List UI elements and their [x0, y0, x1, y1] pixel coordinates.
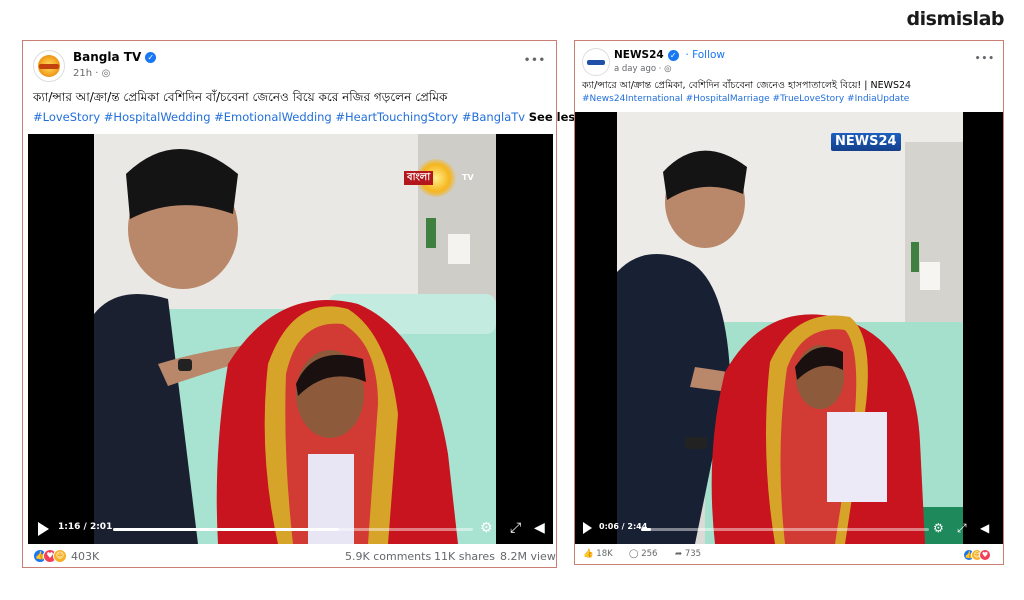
video-frame [575, 112, 1003, 544]
comments-count[interactable]: 5.9K comments [345, 550, 431, 563]
video-player[interactable]: বাংলা TV 1:16 / 2:01 ⚙ ⤢ ◀ [28, 134, 553, 544]
page-name-text[interactable]: Bangla TV [73, 50, 141, 64]
bangla-tv-avatar[interactable] [33, 50, 65, 82]
volume-icon[interactable]: ◀ [534, 520, 545, 536]
more-options-icon[interactable]: ••• [524, 55, 546, 66]
post-time-text[interactable]: 21h [73, 68, 92, 79]
video-progress-fill [641, 528, 652, 531]
shares-count[interactable]: 735 [685, 549, 701, 559]
comments-count[interactable]: 256 [641, 549, 657, 559]
fullscreen-icon[interactable]: ⤢ [510, 520, 521, 536]
share-icon: ➦ [675, 549, 683, 559]
shares-count[interactable]: 11K shares [434, 550, 495, 563]
video-controls: 1:16 / 2:01 ⚙ ⤢ ◀ [28, 514, 553, 544]
globe-icon: ◎ [664, 64, 672, 74]
page-name[interactable]: Bangla TV ✓ [73, 50, 157, 64]
post-time[interactable]: 21h · ◎ [73, 68, 110, 79]
post-hashtags[interactable]: #News24International #HospitalMarriage #… [582, 94, 909, 104]
post-time-text[interactable]: a day ago [614, 64, 656, 74]
verified-badge-icon: ✓ [667, 49, 679, 61]
post-footer: 👍 ♥ ☺ 403K 5.9K comments 11K shares 8.2M… [23, 547, 556, 567]
post-time[interactable]: a day ago · ◎ [614, 64, 672, 74]
play-icon[interactable] [38, 522, 49, 536]
video-timestamp: 1:16 / 2:01 [58, 522, 113, 532]
channel-logo-tag: TV [462, 173, 474, 182]
love-reaction-icon: ♥ [979, 549, 991, 561]
follow-label[interactable]: Follow [692, 49, 725, 61]
facebook-post-bangla-tv: Bangla TV ✓ 21h · ◎ ••• ক্যা/ন্সার আ/ক্রা… [22, 40, 582, 568]
like-stat[interactable]: 👍 18K [583, 549, 613, 559]
settings-gear-icon[interactable]: ⚙ [933, 520, 944, 536]
video-progress-bar[interactable] [113, 528, 473, 531]
reactions-count[interactable]: 403K [71, 550, 99, 563]
volume-icon[interactable]: ◀ [980, 520, 989, 536]
globe-icon: ◎ [101, 68, 111, 79]
verified-badge-icon: ✓ [145, 52, 157, 63]
post-hashtags[interactable]: #LoveStory #HospitalWedding #EmotionalWe… [33, 110, 582, 124]
reactions-summary[interactable]: 👍 ☺ ♥ [963, 549, 991, 561]
news24-avatar[interactable] [582, 48, 610, 76]
video-progress-bar[interactable] [641, 528, 929, 531]
video-player[interactable]: NEWS24 0:06 / 2:44 ⚙ ⤢ ◀ [575, 112, 1003, 544]
more-options-icon[interactable]: ••• [975, 54, 995, 64]
page-name-text[interactable]: NEWS24 [614, 49, 664, 61]
facebook-post-news24: NEWS24 ✓ · Follow a day ago · ◎ ••• ক্যা/… [574, 40, 1004, 565]
comment-stat[interactable]: ◯ 256 [629, 549, 657, 559]
post-caption: ক্যা/ন্সার আ/ক্রা/ন্ত প্রেমিকা বেশিদিন ব… [33, 90, 448, 104]
care-reaction-icon: ☺ [53, 549, 67, 563]
dismislab-watermark: dismislab [906, 8, 1005, 30]
news24-channel-logo-icon: NEWS24 [831, 133, 901, 151]
page-name[interactable]: NEWS24 ✓ · Follow [614, 49, 725, 61]
fullscreen-icon[interactable]: ⤢ [957, 520, 967, 536]
like-icon: 👍 [583, 549, 594, 559]
video-progress-fill [113, 528, 340, 531]
channel-logo-text: NEWS24 [831, 133, 901, 151]
settings-gear-icon[interactable]: ⚙ [480, 520, 493, 536]
follow-button[interactable]: · Follow [685, 49, 725, 61]
likes-count[interactable]: 18K [596, 549, 612, 559]
play-icon[interactable] [583, 522, 592, 534]
bangla-tv-channel-logo-icon: বাংলা TV [404, 159, 479, 199]
post-caption: ক্যা/ন্সারে আ/ক্রান্ত প্রেমিকা, বেশিদিন … [582, 80, 912, 91]
video-controls: 0:06 / 2:44 ⚙ ⤢ ◀ [575, 514, 1003, 544]
comment-icon: ◯ [629, 549, 639, 559]
reactions-summary[interactable]: 👍 ♥ ☺ 403K [33, 549, 99, 563]
views-count: 8.2M view [500, 550, 556, 563]
post-footer: 👍 18K ◯ 256 ➦ 735 👍 ☺ ♥ [575, 547, 1003, 565]
channel-logo-text: বাংলা [404, 171, 434, 185]
hashtag-list[interactable]: #LoveStory #HospitalWedding #EmotionalWe… [33, 110, 525, 124]
share-stat[interactable]: ➦ 735 [675, 549, 701, 559]
